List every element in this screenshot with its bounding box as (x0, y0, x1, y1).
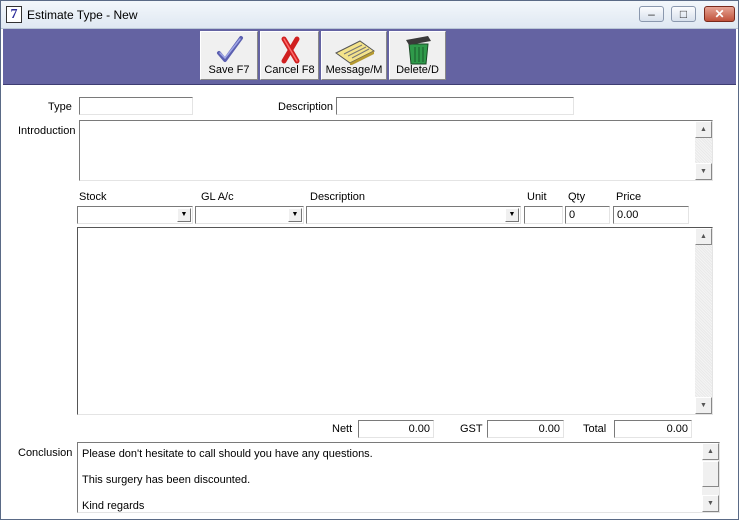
minimize-button[interactable]: – (639, 6, 664, 22)
toolbar: Save F7 Cancel F8 Message/M Delete/D (3, 29, 736, 85)
total-value: 0.00 (614, 420, 692, 438)
save-label: Save F7 (208, 64, 250, 76)
cancel-label: Cancel F8 (264, 64, 315, 76)
close-icon: ✕ (714, 7, 725, 21)
estimate-type-window: 7 Estimate Type - New – □ ✕ Save F7 Canc… (0, 0, 739, 520)
unit-input[interactable] (524, 206, 563, 224)
conclusion-line: Kind regards (82, 500, 145, 512)
delete-label: Delete/D (396, 64, 439, 76)
scroll-thumb[interactable] (702, 461, 719, 487)
delete-button[interactable]: Delete/D (389, 31, 446, 80)
conclusion-textarea[interactable]: Please don't hesitate to call should you… (77, 442, 720, 513)
stock-header: Stock (79, 191, 107, 203)
price-input[interactable]: 0.00 (613, 206, 689, 224)
message-button[interactable]: Message/M (321, 31, 387, 80)
chevron-down-icon[interactable]: ▼ (288, 208, 302, 222)
notepad-icon (335, 40, 375, 65)
gst-value: 0.00 (487, 420, 564, 438)
type-input[interactable] (79, 97, 193, 115)
qty-header: Qty (568, 191, 586, 203)
lines-scrollbar[interactable]: ▲ ▼ (695, 228, 712, 414)
introduction-label: Introduction (18, 125, 76, 137)
price-header: Price (616, 191, 642, 203)
trash-bin-icon (406, 36, 431, 65)
app-icon: 7 (6, 6, 22, 23)
line-description-combobox[interactable]: ▼ (306, 206, 521, 224)
conclusion-line: This surgery has been discounted. (82, 474, 251, 486)
scroll-down-arrow-icon[interactable]: ▼ (695, 397, 712, 414)
gl-header: GL A/c (201, 191, 234, 203)
message-label: Message/M (325, 64, 383, 76)
conclusion-scrollbar[interactable]: ▲ ▼ (702, 443, 719, 512)
nett-value: 0.00 (358, 420, 434, 438)
maximize-button[interactable]: □ (671, 6, 696, 22)
scroll-down-arrow-icon[interactable]: ▼ (695, 163, 712, 180)
conclusion-label: Conclusion (18, 447, 73, 459)
save-button[interactable]: Save F7 (200, 31, 258, 80)
title-bar[interactable]: 7 Estimate Type - New – □ ✕ (1, 1, 738, 29)
estimate-lines-grid[interactable]: ▲ ▼ (77, 227, 713, 415)
chevron-down-icon[interactable]: ▼ (177, 208, 191, 222)
line-description-header: Description (310, 191, 366, 203)
total-label: Total (583, 423, 607, 435)
unit-header: Unit (527, 191, 547, 203)
minimize-icon: – (648, 7, 655, 21)
cancel-button[interactable]: Cancel F8 (260, 31, 319, 80)
gl-combobox[interactable]: ▼ (195, 206, 304, 224)
scroll-down-arrow-icon[interactable]: ▼ (702, 495, 719, 512)
gst-label: GST (460, 423, 483, 435)
stock-combobox[interactable]: ▼ (77, 206, 193, 224)
description-input[interactable] (336, 97, 574, 115)
nett-label: Nett (332, 423, 353, 435)
close-button[interactable]: ✕ (704, 6, 735, 22)
type-label: Type (48, 101, 72, 113)
window-title: Estimate Type - New (27, 8, 138, 22)
scroll-up-arrow-icon[interactable]: ▲ (695, 121, 712, 138)
description-label: Description (278, 101, 334, 113)
red-x-icon (281, 36, 300, 64)
qty-input[interactable]: 0 (565, 206, 610, 224)
conclusion-line: Please don't hesitate to call should you… (82, 448, 373, 460)
scroll-up-arrow-icon[interactable]: ▲ (695, 228, 712, 245)
scroll-up-arrow-icon[interactable]: ▲ (702, 443, 719, 460)
introduction-textarea[interactable]: ▲ ▼ (79, 120, 713, 181)
chevron-down-icon[interactable]: ▼ (505, 208, 519, 222)
introduction-scrollbar[interactable]: ▲ ▼ (695, 121, 712, 180)
checkmark-icon (217, 36, 243, 62)
maximize-icon: □ (679, 7, 688, 21)
